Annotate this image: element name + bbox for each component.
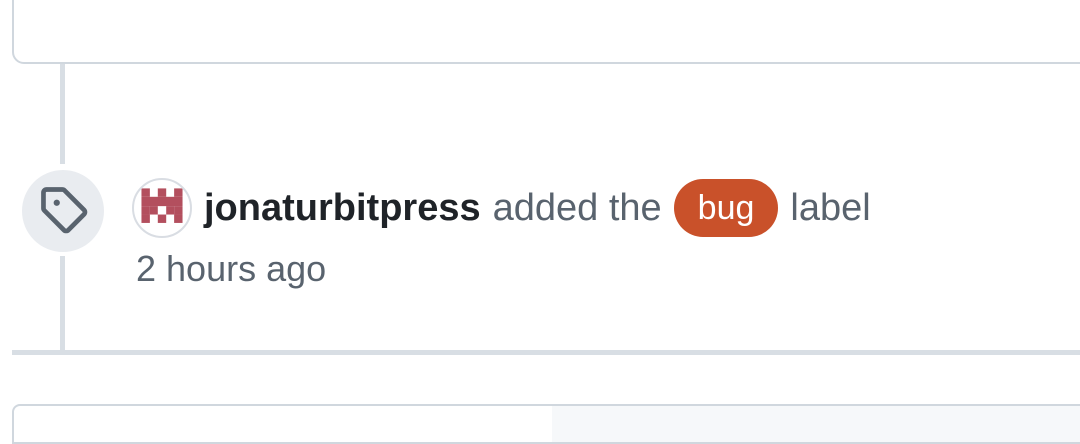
action-text: added the bbox=[492, 186, 662, 229]
timeline-divider bbox=[12, 350, 1080, 355]
timeline-line bbox=[60, 64, 65, 164]
event-timestamp[interactable]: 2 hours ago bbox=[136, 248, 326, 290]
tag-icon bbox=[38, 184, 88, 239]
label-event: jonaturbitpress added the bug label bbox=[132, 176, 883, 240]
action-suffix-text: label bbox=[790, 186, 871, 229]
avatar[interactable] bbox=[132, 178, 192, 238]
actor-username[interactable]: jonaturbitpress bbox=[204, 187, 481, 230]
timeline-event-badge bbox=[22, 170, 104, 252]
timeline-line bbox=[60, 256, 65, 352]
label-badge-bug[interactable]: bug bbox=[673, 179, 779, 237]
previous-comment-box bbox=[12, 0, 1080, 64]
next-section-box-header bbox=[552, 404, 1080, 444]
next-section-box bbox=[12, 404, 554, 444]
